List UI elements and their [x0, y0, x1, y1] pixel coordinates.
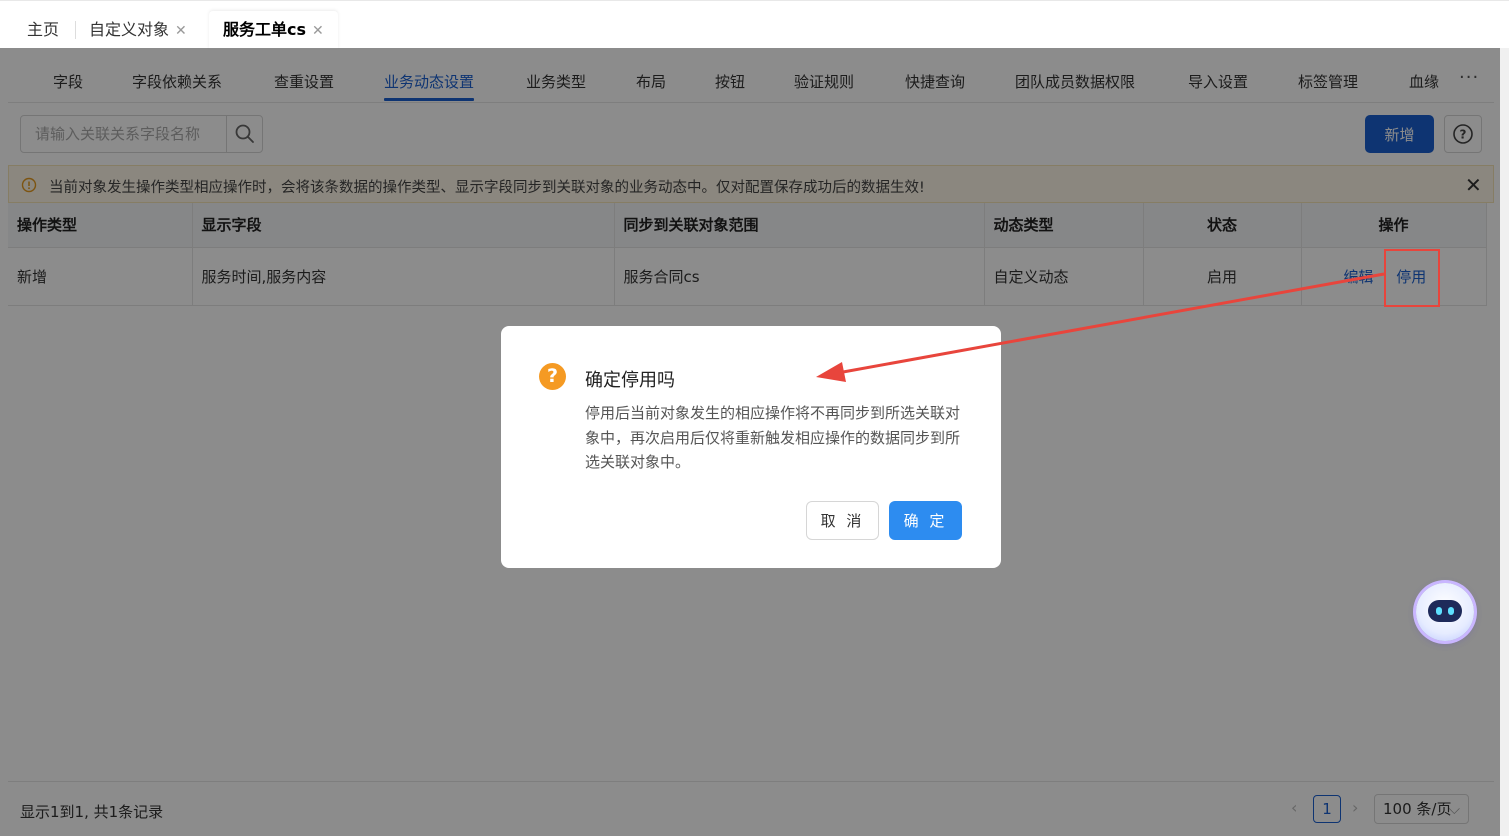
scrollbar[interactable]: [1500, 48, 1509, 836]
confirm-dialog: ? 确定停用吗 停用后当前对象发生的相应操作将不再同步到所选关联对象中，再次启用…: [501, 326, 1001, 568]
top-tab-label: 主页: [27, 20, 60, 39]
top-tab-bar: 主页 自定义对象 ✕ 服务工单cs ✕: [0, 0, 1509, 49]
dialog-title: 确定停用吗: [585, 370, 675, 391]
cancel-button[interactable]: 取 消: [806, 501, 879, 540]
question-icon: ?: [539, 363, 566, 390]
top-tab-home[interactable]: 主页: [27, 11, 59, 49]
bot-eye: [1436, 607, 1442, 615]
bot-eye: [1448, 607, 1454, 615]
confirm-button[interactable]: 确 定: [889, 501, 962, 540]
close-icon[interactable]: ✕: [175, 23, 187, 39]
bot-face: [1428, 600, 1462, 622]
top-tab-label: 自定义对象: [89, 20, 170, 39]
close-icon[interactable]: ✕: [312, 23, 324, 39]
assistant-bot-icon[interactable]: [1416, 583, 1474, 641]
top-tab-service-ticket[interactable]: 服务工单cs ✕: [209, 11, 338, 49]
annotation-highlight-box: [1384, 249, 1440, 307]
tab-divider: [75, 21, 76, 39]
top-tab-custom-object[interactable]: 自定义对象 ✕: [89, 11, 187, 49]
top-tab-label: 服务工单cs: [223, 20, 307, 39]
dialog-message: 停用后当前对象发生的相应操作将不再同步到所选关联对象中，再次启用后仅将重新触发相…: [585, 404, 961, 471]
